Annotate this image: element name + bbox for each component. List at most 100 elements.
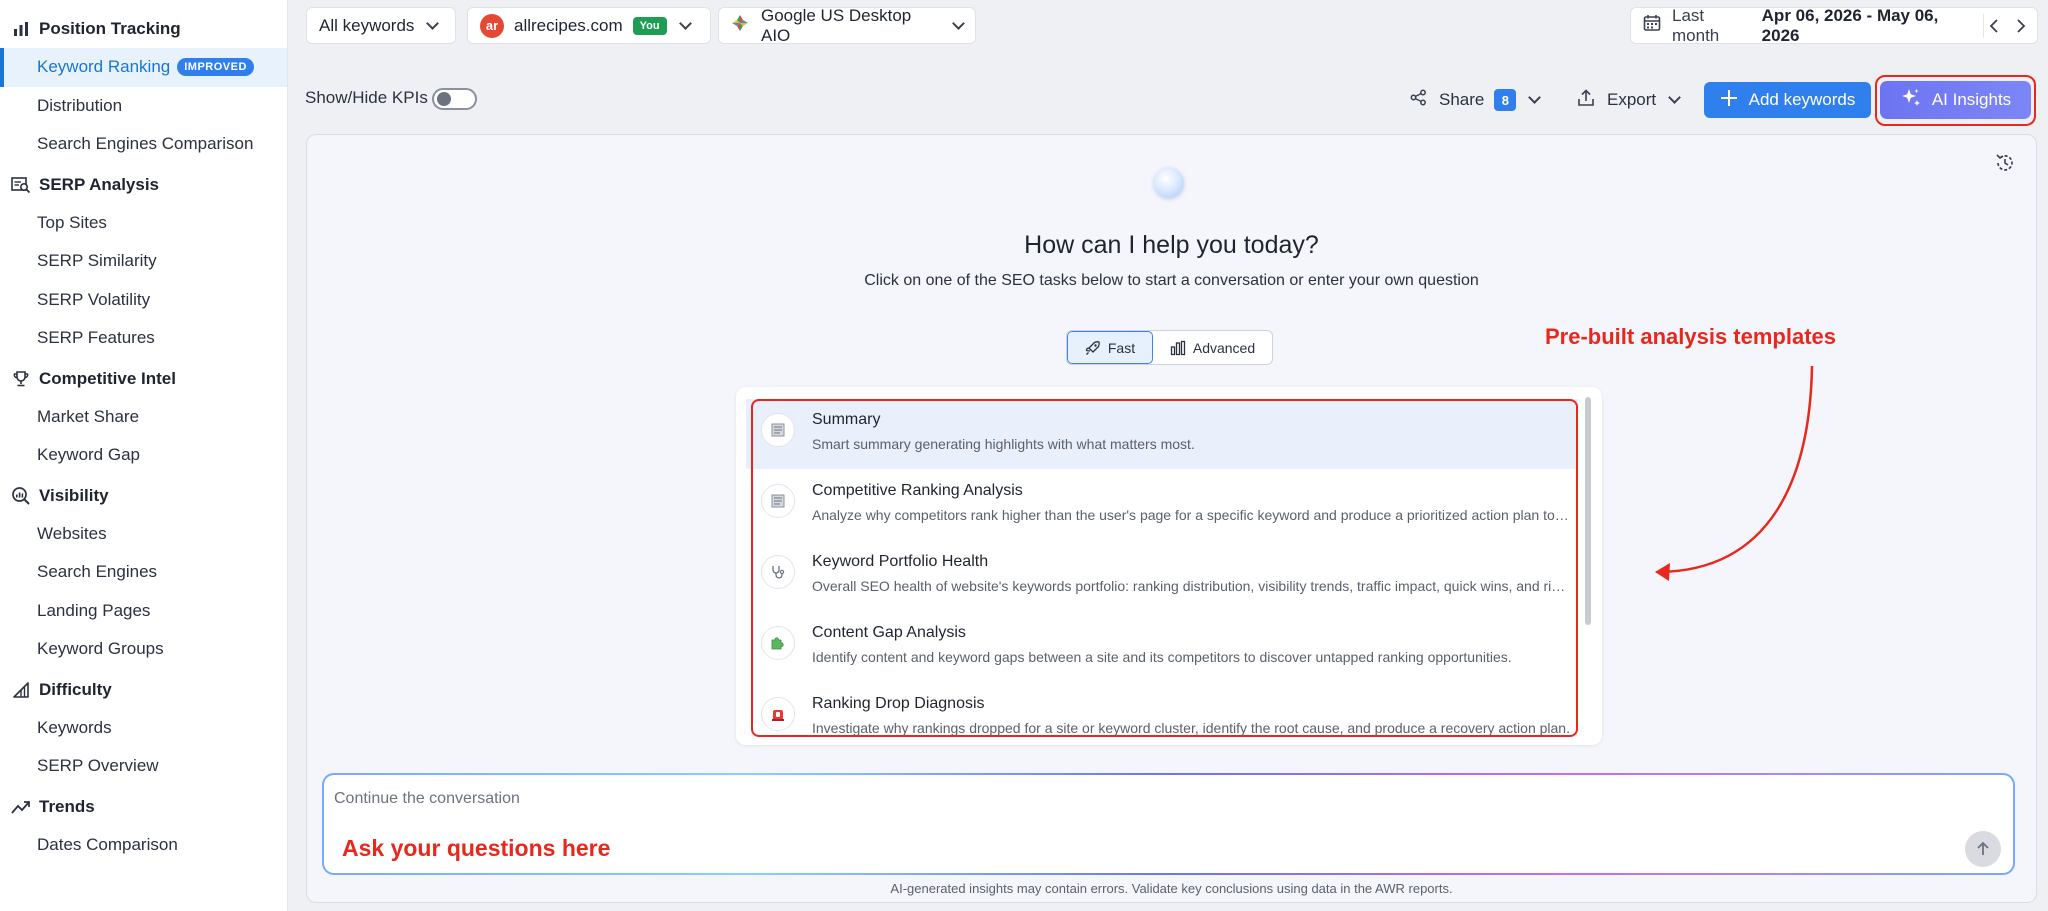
add-keywords-button[interactable]: Add keywords: [1704, 82, 1871, 118]
sidebar-section-title: Trends: [39, 796, 95, 816]
template-competitive-ranking-analysis[interactable]: Competitive Ranking Analysis Analyze why …: [746, 470, 1578, 540]
sidebar-item-keyword-ranking[interactable]: Keyword Ranking IMPROVED: [0, 48, 287, 87]
bar-chart-icon: [10, 18, 32, 40]
keywords-filter-dropdown[interactable]: All keywords: [306, 7, 456, 44]
template-title: Summary: [812, 411, 881, 428]
sidebar-item-label: Search Engines Comparison: [37, 134, 254, 154]
sidebar-section-title: Difficulty: [39, 679, 112, 699]
export-label: Export: [1607, 90, 1657, 109]
next-period-button[interactable]: [2010, 14, 2031, 38]
sidebar-item-landing-pages[interactable]: Landing Pages: [0, 592, 287, 631]
sidebar-section-title: Visibility: [39, 485, 109, 505]
stethoscope-icon: [761, 555, 795, 589]
sidebar-item-label: Dates Comparison: [37, 834, 178, 854]
chevron-down-icon: [678, 16, 692, 30]
templates-annotation: Pre-built analysis templates: [1545, 324, 1836, 349]
site-logo-icon: ar: [480, 13, 504, 38]
sidebar-item-serp-features[interactable]: SERP Features: [0, 319, 287, 358]
export-button[interactable]: Export: [1577, 82, 1682, 118]
sidebar-section-title: Competitive Intel: [39, 368, 176, 388]
annotation-arrow: [1655, 365, 1814, 581]
document-icon: [761, 413, 795, 447]
sidebar-item-keyword-gap[interactable]: Keyword Gap: [0, 436, 287, 475]
sidebar-item-market-share[interactable]: Market Share: [0, 398, 287, 437]
sidebar-section-serp-analysis[interactable]: SERP Analysis: [0, 166, 287, 204]
site-dropdown[interactable]: ar allrecipes.com You: [467, 7, 711, 44]
sparkle-icon: [1900, 87, 1922, 114]
sidebar-section-competitive-intel[interactable]: Competitive Intel: [0, 360, 287, 398]
chevron-down-icon: [1668, 91, 1682, 104]
mode-label: Advanced: [1192, 339, 1256, 356]
site-name: allrecipes.com: [514, 15, 623, 35]
sidebar-item-label: Market Share: [37, 406, 140, 426]
sidebar-item-dates-comparison[interactable]: Dates Comparison: [0, 826, 287, 865]
you-badge: You: [632, 16, 667, 35]
template-keyword-portfolio-health[interactable]: Keyword Portfolio Health Overall SEO heal…: [746, 541, 1578, 611]
mode-advanced-button[interactable]: Advanced: [1153, 331, 1272, 364]
toggle-knob: [437, 92, 451, 106]
ai-orb-icon: [1154, 168, 1184, 198]
sidebar-item-search-engines-comparison[interactable]: Search Engines Comparison: [0, 125, 287, 164]
ai-insights-label: AI Insights: [1931, 90, 2012, 109]
sidebar-item-label: SERP Volatility: [37, 289, 151, 309]
sidebar-item-search-engines[interactable]: Search Engines: [0, 553, 287, 592]
trend-up-icon: [10, 796, 32, 818]
sidebar-item-distribution[interactable]: Distribution: [0, 87, 287, 126]
chevron-right-icon: [2016, 18, 2025, 33]
template-content-gap-analysis[interactable]: Content Gap Analysis Identify content and…: [746, 612, 1578, 682]
prev-period-button[interactable]: [1983, 13, 2004, 38]
date-range-picker[interactable]: Last month Apr 06, 2026 - May 06, 2026: [1630, 6, 2038, 45]
template-description: Smart summary generating highlights with…: [812, 436, 1195, 452]
send-button[interactable]: [1965, 831, 2001, 867]
template-summary[interactable]: Summary Smart summary generating highligh…: [746, 399, 1578, 469]
sidebar-item-websites[interactable]: Websites: [0, 515, 287, 554]
sidebar-item-top-sites[interactable]: Top Sites: [0, 204, 287, 243]
alarm-icon: [761, 697, 795, 731]
keywords-filter-label: All keywords: [319, 15, 415, 35]
arrow-up-icon: [1977, 841, 1989, 855]
sidebar-item-label: Top Sites: [37, 212, 107, 232]
kpi-toggle[interactable]: [432, 88, 477, 110]
sidebar-item-serp-overview[interactable]: SERP Overview: [0, 747, 287, 786]
sidebar-section-title: Position Tracking: [39, 19, 181, 38]
kpi-toggle-label: Show/Hide KPIs: [305, 88, 428, 107]
sidebar-item-label: SERP Similarity: [37, 251, 157, 271]
share-button[interactable]: Share 8: [1410, 82, 1542, 118]
export-icon: [1577, 88, 1595, 112]
sidebar-section-trends[interactable]: Trends: [0, 788, 287, 826]
sidebar-section-visibility[interactable]: Visibility: [0, 477, 287, 515]
ai-disclaimer: AI-generated insights may contain errors…: [890, 881, 1453, 896]
chevron-down-icon: [1528, 91, 1542, 104]
sidebar-item-label: Keyword Gap: [37, 445, 140, 465]
template-title: Content Gap Analysis: [812, 624, 966, 641]
sidebar-item-keywords[interactable]: Keywords: [0, 709, 287, 748]
share-icon: [1410, 89, 1427, 111]
add-keywords-label: Add keywords: [1748, 90, 1856, 109]
calendar-icon: [1643, 14, 1661, 37]
sidebar-item-label: SERP Features: [37, 328, 155, 348]
sidebar-item-serp-similarity[interactable]: SERP Similarity: [0, 242, 287, 281]
sidebar-section-position-tracking[interactable]: Position Tracking: [0, 10, 287, 48]
sidebar-section-difficulty[interactable]: Difficulty: [0, 671, 287, 709]
sidebar-item-label: SERP Overview: [37, 756, 159, 776]
document-icon: [761, 484, 795, 518]
search-engine-dropdown[interactable]: Google US Desktop AIO: [718, 6, 976, 45]
chevron-down-icon: [426, 16, 440, 30]
sidebar-section-title: SERP Analysis: [39, 174, 160, 194]
template-title: Ranking Drop Diagnosis: [812, 695, 985, 712]
serp-search-icon: [10, 174, 32, 196]
template-description: Analyze why competitors rank higher than…: [812, 507, 1572, 523]
mode-fast-button[interactable]: Fast: [1067, 331, 1153, 364]
sidebar-item-serp-volatility[interactable]: SERP Volatility: [0, 281, 287, 320]
history-button[interactable]: [1994, 152, 2016, 179]
chart-bars-icon: [1170, 340, 1186, 355]
sidebar-item-label: Keyword Ranking: [37, 57, 171, 77]
template-list-scrollbar[interactable]: [1585, 397, 1591, 625]
template-description: Investigate why rankings dropped for a s…: [812, 720, 1570, 736]
sidebar-item-keyword-groups[interactable]: Keyword Groups: [0, 630, 287, 669]
template-title: Keyword Portfolio Health: [812, 553, 989, 570]
ai-insights-button[interactable]: AI Insights: [1880, 81, 2031, 119]
template-ranking-drop-diagnosis[interactable]: Ranking Drop Diagnosis Investigate why ra…: [746, 683, 1578, 737]
plus-icon: [1720, 89, 1738, 112]
sidebar-item-label: Keyword Groups: [37, 639, 164, 659]
